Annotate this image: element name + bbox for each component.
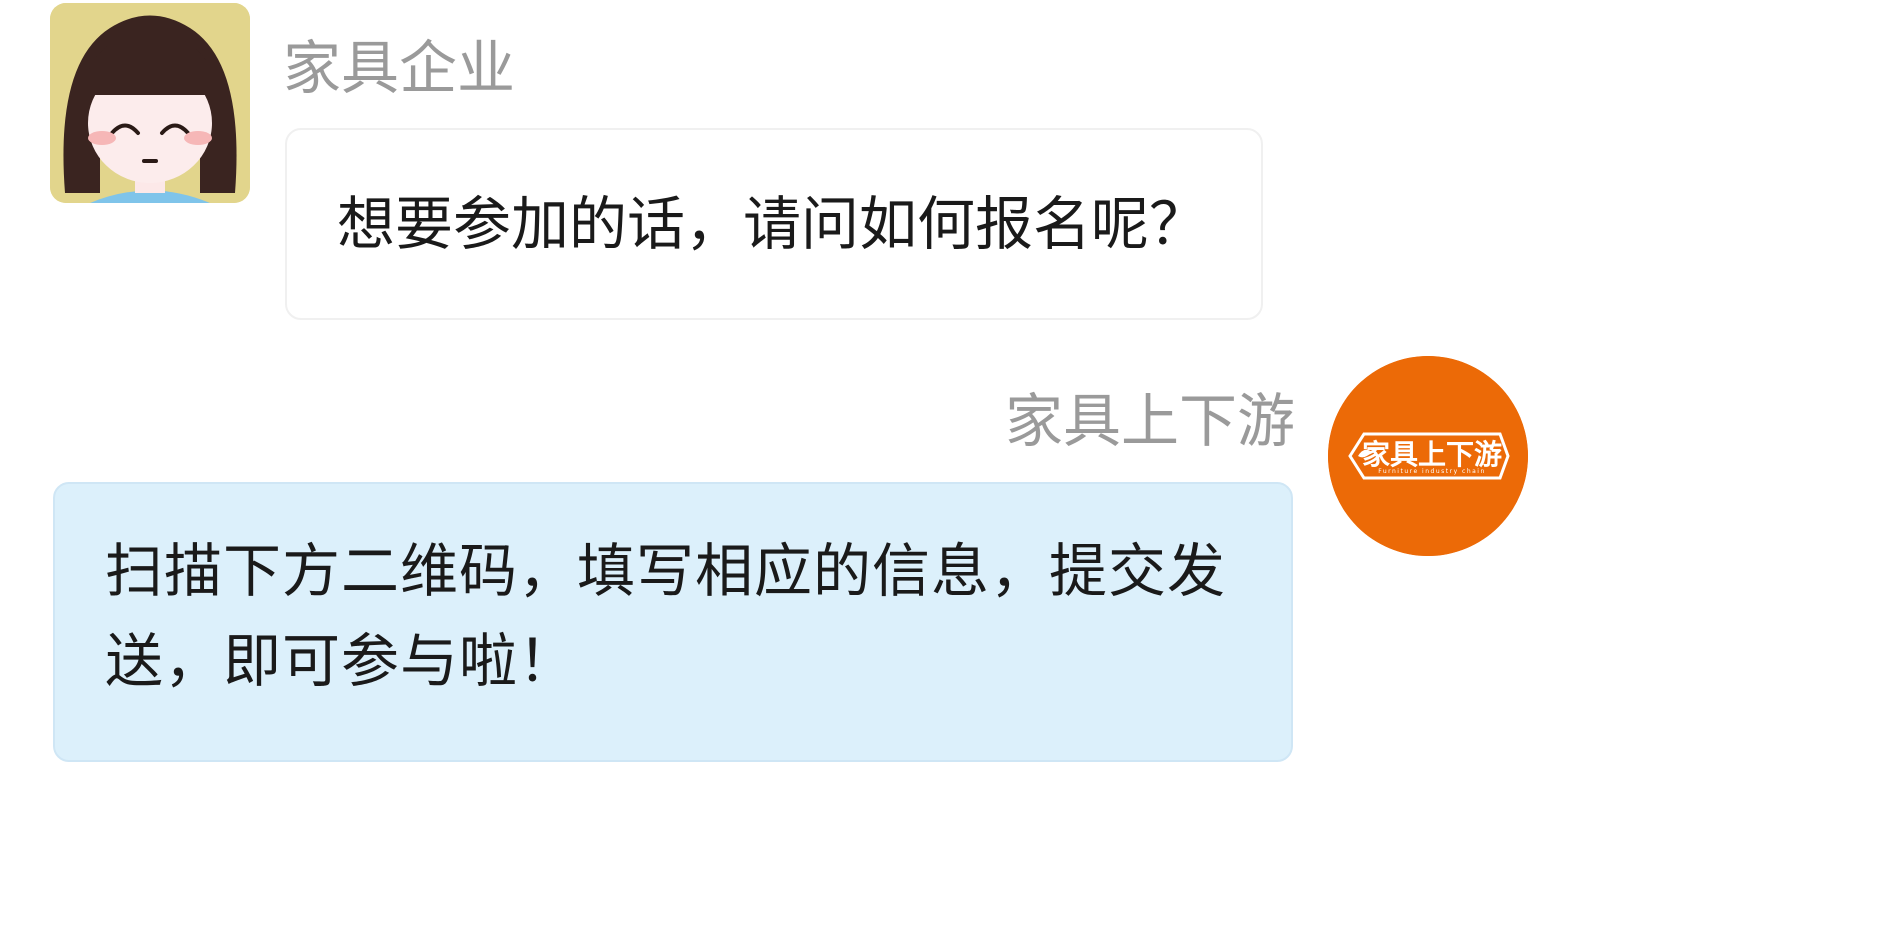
logo-text: 家具上下游 [1362, 438, 1502, 471]
cartoon-girl-avatar-icon [50, 3, 250, 203]
brand-logo-icon: 家具上下游 Furniture industry chain [1328, 356, 1528, 556]
logo-subtext: Furniture industry chain [1378, 468, 1486, 475]
sender-name: 家具企业 [283, 34, 516, 102]
message-text: 想要参加的话，请问如何报名呢？ [337, 190, 1208, 258]
message-text: 扫描下方二维码，填写相应的信息，提交发送，即可参与啦！ [105, 537, 1227, 695]
brand-logo-avatar[interactable]: 家具上下游 Furniture industry chain [1328, 356, 1528, 556]
sender-name: 家具上下游 [1004, 387, 1295, 455]
message-bubble-incoming[interactable]: 想要参加的话，请问如何报名呢？ [285, 128, 1263, 320]
user-avatar[interactable] [50, 3, 250, 203]
message-bubble-outgoing[interactable]: 扫描下方二维码，填写相应的信息，提交发送，即可参与啦！ [53, 482, 1293, 762]
